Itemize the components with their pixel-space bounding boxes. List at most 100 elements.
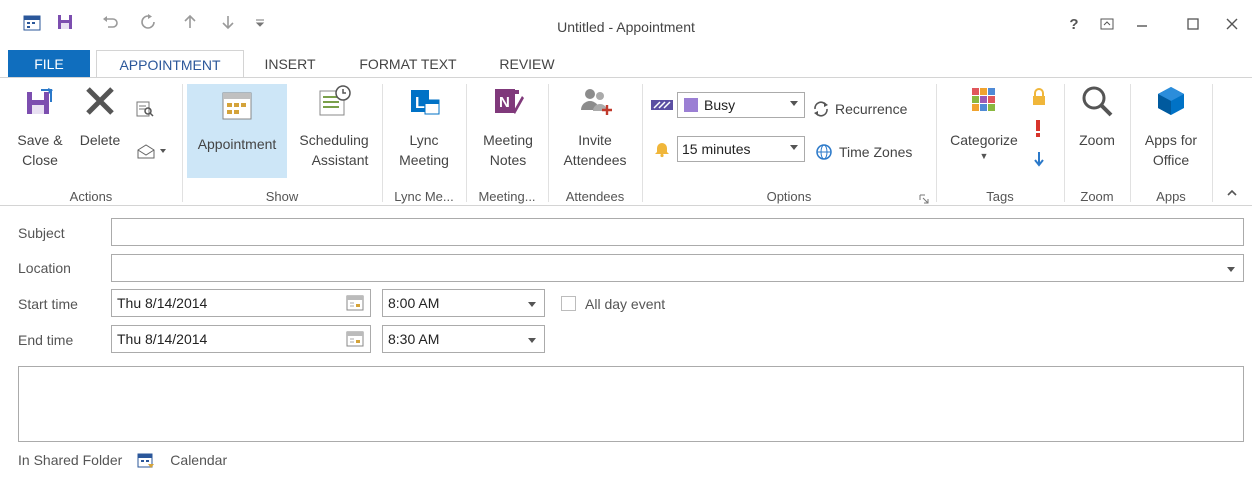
invite-attendees-button[interactable]: Invite Attendees xyxy=(553,84,637,170)
apps-for-office-button[interactable]: Apps for Office xyxy=(1135,84,1207,170)
appointment-view-button[interactable]: Appointment xyxy=(187,84,287,178)
subject-label: Subject xyxy=(18,225,65,241)
calendar-folder-icon xyxy=(137,453,155,468)
onenote-icon: N xyxy=(495,89,524,114)
lync-label-1: Lync xyxy=(409,132,439,148)
actions-group: Save & Close Delete Actions xyxy=(0,78,182,206)
attendees-group: Invite Attendees Attendees xyxy=(549,78,641,206)
lync-group: L Lync Meeting Lync Me... xyxy=(383,78,465,206)
start-time-label: Start time xyxy=(18,296,78,312)
recurrence-label: Recurrence xyxy=(835,101,908,117)
tab-appointment[interactable]: APPOINTMENT xyxy=(96,50,244,79)
close-button[interactable] xyxy=(1220,12,1244,36)
time-zones-button[interactable]: Time Zones xyxy=(815,143,912,161)
scheduling-icon xyxy=(319,85,351,116)
tab-format-text[interactable]: FORMAT TEXT xyxy=(340,50,476,78)
show-as-icon xyxy=(651,98,673,112)
calendar-picker-icon[interactable] xyxy=(346,295,364,311)
shared-folder-name[interactable]: Calendar xyxy=(170,452,227,468)
tab-file[interactable]: FILE xyxy=(8,50,90,78)
low-importance-icon[interactable] xyxy=(1033,150,1045,168)
start-date-input[interactable]: Thu 8/14/2014 xyxy=(111,289,371,317)
recurrence-button[interactable]: Recurrence xyxy=(811,100,907,118)
start-date-value: Thu 8/14/2014 xyxy=(117,295,208,311)
start-time-value: 8:00 AM xyxy=(388,295,440,311)
delete-label: Delete xyxy=(79,132,121,148)
appointment-body-editor[interactable] xyxy=(18,366,1244,442)
all-day-checkbox[interactable] xyxy=(561,296,576,311)
invite-label-1: Invite xyxy=(578,132,612,148)
private-lock-icon[interactable] xyxy=(1031,88,1047,106)
show-as-value: Busy xyxy=(704,97,736,113)
lync-meeting-button[interactable]: L Lync Meeting xyxy=(389,84,459,170)
find-icon[interactable] xyxy=(136,100,154,118)
invite-label-2: Attendees xyxy=(563,152,627,168)
save-close-icon xyxy=(27,88,53,114)
zoom-icon xyxy=(1082,86,1113,117)
high-importance-icon[interactable] xyxy=(1033,118,1043,138)
location-input[interactable] xyxy=(111,254,1244,282)
end-time-dropdown[interactable]: 8:30 AM xyxy=(382,325,545,353)
options-group-label: Options xyxy=(766,189,812,204)
calendar-picker-icon[interactable] xyxy=(346,331,364,347)
start-time-dropdown[interactable]: 8:00 AM xyxy=(382,289,545,317)
zoom-button[interactable]: Zoom xyxy=(1069,84,1125,150)
group-separator xyxy=(1212,84,1213,202)
show-as-dropdown[interactable]: Busy xyxy=(677,92,805,118)
dialog-launcher-icon[interactable] xyxy=(919,192,929,204)
tags-group-label: Tags xyxy=(986,189,1014,204)
scheduling-assistant-button[interactable]: Scheduling Assistant xyxy=(291,84,377,170)
shared-folder-label: In Shared Folder xyxy=(18,452,123,468)
globe-icon xyxy=(816,144,832,160)
chevron-down-icon xyxy=(790,145,798,150)
apps-label-1: Apps for xyxy=(1144,132,1198,148)
lync-group-label: Lync Me... xyxy=(394,189,454,204)
categorize-button[interactable]: Categorize ▼ xyxy=(941,84,1027,162)
attendees-group-label: Attendees xyxy=(565,189,625,204)
save-close-label-1: Save & xyxy=(17,132,63,148)
meeting-notes-label-2: Notes xyxy=(489,152,527,168)
show-group: Appointment Scheduling Assistant Show xyxy=(183,78,381,206)
meeting-notes-button[interactable]: N Meeting Notes xyxy=(473,84,543,170)
show-group-label: Show xyxy=(265,189,299,204)
end-time-label: End time xyxy=(18,332,74,348)
reminder-bell-icon xyxy=(653,140,671,158)
busy-swatch xyxy=(684,98,698,112)
minimize-button[interactable] xyxy=(1130,12,1154,36)
apps-group: Apps for Office Apps xyxy=(1131,78,1211,206)
svg-text:L: L xyxy=(415,95,425,112)
ribbon-tabs: FILE APPOINTMENT INSERT FORMAT TEXT REVI… xyxy=(0,50,1252,79)
tab-review[interactable]: REVIEW xyxy=(486,50,568,78)
chevron-down-icon: ▼ xyxy=(979,151,989,161)
scheduling-label-2: Assistant xyxy=(311,152,369,168)
meeting-notes-label-1: Meeting xyxy=(483,132,533,148)
lync-icon: L xyxy=(411,90,440,115)
forward-icon[interactable] xyxy=(136,142,170,160)
recurrence-icon xyxy=(814,101,828,117)
meeting-notes-group-label: Meeting... xyxy=(478,189,536,204)
help-button[interactable]: ? xyxy=(1062,12,1086,36)
collapse-ribbon-icon[interactable] xyxy=(1226,186,1238,196)
categorize-label: Categorize xyxy=(950,132,1018,148)
save-close-label-2: Close xyxy=(22,152,58,168)
chevron-down-icon[interactable] xyxy=(1227,267,1235,272)
zoom-label: Zoom xyxy=(1079,132,1115,148)
chevron-down-icon xyxy=(528,338,536,343)
subject-input[interactable] xyxy=(111,218,1244,246)
tags-group: Categorize ▼ Tags xyxy=(937,78,1063,206)
tab-insert[interactable]: INSERT xyxy=(252,50,328,78)
delete-button[interactable]: Delete xyxy=(72,84,128,150)
reminder-dropdown[interactable]: 15 minutes xyxy=(677,136,805,162)
ribbon: Save & Close Delete Actions Appointment … xyxy=(0,78,1252,206)
meeting-notes-group: N Meeting Notes Meeting... xyxy=(467,78,547,206)
title-bar: Untitled - Appointment ? xyxy=(0,0,1252,44)
scheduling-label-1: Scheduling xyxy=(299,132,369,148)
zoom-group: Zoom Zoom xyxy=(1065,78,1129,206)
ribbon-display-icon[interactable] xyxy=(1095,12,1119,36)
apps-for-office-icon xyxy=(1158,87,1184,115)
save-close-button[interactable]: Save & Close xyxy=(12,84,68,170)
options-group: Busy Recurrence 15 minutes Time Zones Op… xyxy=(643,78,935,206)
maximize-button[interactable] xyxy=(1181,12,1205,36)
end-date-input[interactable]: Thu 8/14/2014 xyxy=(111,325,371,353)
lync-label-2: Meeting xyxy=(399,152,449,168)
